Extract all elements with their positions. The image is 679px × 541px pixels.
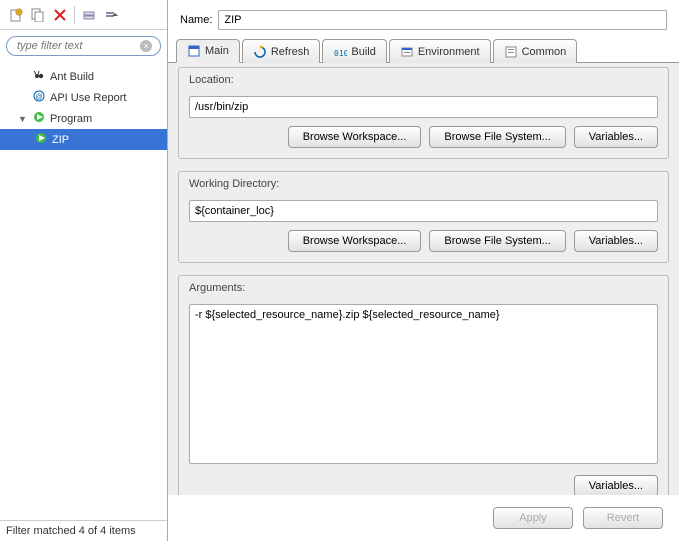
filter-text-input[interactable] bbox=[6, 36, 161, 56]
svg-text:010: 010 bbox=[334, 49, 347, 58]
collapse-all-button[interactable] bbox=[79, 5, 99, 25]
toolbar-separator bbox=[74, 6, 75, 24]
form-area: Location: Browse Workspace... Browse Fil… bbox=[168, 63, 679, 495]
tab-build[interactable]: 010 Build bbox=[322, 39, 386, 63]
arguments-label: Arguments: bbox=[189, 282, 245, 294]
search-wrap: × bbox=[0, 30, 167, 62]
config-tree: Ant Build @ API Use Report ▼ Program ZIP bbox=[0, 62, 167, 520]
location-browse-workspace-button[interactable]: Browse Workspace... bbox=[288, 126, 422, 148]
tree-item-api-report[interactable]: @ API Use Report bbox=[0, 87, 167, 108]
workdir-browse-filesystem-button[interactable]: Browse File System... bbox=[429, 230, 565, 252]
tab-common[interactable]: Common bbox=[493, 39, 578, 63]
tab-environment[interactable]: Environment bbox=[389, 39, 491, 63]
workdir-group: Working Directory: Browse Workspace... B… bbox=[178, 171, 669, 263]
tree-item-label: ZIP bbox=[52, 134, 69, 146]
arguments-group: Arguments: Variables... Note: Enclose an… bbox=[178, 275, 669, 495]
duplicate-button[interactable] bbox=[28, 5, 48, 25]
tree-arrow-expanded[interactable]: ▼ bbox=[18, 114, 28, 124]
arguments-textarea[interactable] bbox=[189, 304, 658, 464]
tab-label: Refresh bbox=[271, 46, 310, 58]
api-icon: @ bbox=[32, 89, 46, 106]
toolbar bbox=[0, 0, 167, 30]
delete-button[interactable] bbox=[50, 5, 70, 25]
tab-refresh[interactable]: Refresh bbox=[242, 39, 321, 63]
name-label: Name: bbox=[180, 14, 212, 26]
common-tab-icon bbox=[504, 45, 518, 59]
arguments-variables-button[interactable]: Variables... bbox=[574, 475, 658, 495]
name-row: Name: bbox=[168, 0, 679, 38]
filter-status: Filter matched 4 of 4 items bbox=[0, 520, 167, 541]
ant-icon bbox=[32, 68, 46, 85]
apply-button[interactable]: Apply bbox=[493, 507, 573, 529]
right-panel: Name: Main Refresh 010 Build Environment bbox=[168, 0, 679, 541]
tab-main[interactable]: Main bbox=[176, 39, 240, 63]
left-panel: × Ant Build @ API Use Report ▼ Program Z… bbox=[0, 0, 168, 541]
tab-label: Common bbox=[522, 46, 567, 58]
new-config-button[interactable] bbox=[6, 5, 26, 25]
build-tab-icon: 010 bbox=[333, 45, 347, 59]
tree-item-zip[interactable]: ZIP bbox=[0, 129, 167, 150]
program-icon bbox=[34, 131, 48, 148]
tree-item-label: Ant Build bbox=[50, 71, 94, 83]
location-variables-button[interactable]: Variables... bbox=[574, 126, 658, 148]
workdir-label: Working Directory: bbox=[189, 178, 279, 190]
filter-menu-button[interactable] bbox=[101, 5, 121, 25]
workdir-browse-workspace-button[interactable]: Browse Workspace... bbox=[288, 230, 422, 252]
tabs: Main Refresh 010 Build Environment Commo… bbox=[168, 38, 679, 63]
workdir-variables-button[interactable]: Variables... bbox=[574, 230, 658, 252]
tree-item-ant-build[interactable]: Ant Build bbox=[0, 66, 167, 87]
tab-label: Main bbox=[205, 45, 229, 57]
tree-item-label: API Use Report bbox=[50, 92, 126, 104]
location-label: Location: bbox=[189, 74, 234, 86]
location-browse-filesystem-button[interactable]: Browse File System... bbox=[429, 126, 565, 148]
workdir-input[interactable] bbox=[189, 200, 658, 222]
tab-label: Build bbox=[351, 46, 375, 58]
clear-filter-icon[interactable]: × bbox=[140, 40, 152, 52]
location-group: Location: Browse Workspace... Browse Fil… bbox=[178, 67, 669, 159]
main-tab-icon bbox=[187, 44, 201, 58]
revert-button[interactable]: Revert bbox=[583, 507, 663, 529]
refresh-tab-icon bbox=[253, 45, 267, 59]
program-icon bbox=[32, 110, 46, 127]
tab-label: Environment bbox=[418, 46, 480, 58]
location-input[interactable] bbox=[189, 96, 658, 118]
name-input[interactable] bbox=[218, 10, 667, 30]
tree-item-label: Program bbox=[50, 113, 92, 125]
environment-tab-icon bbox=[400, 45, 414, 59]
tree-item-program[interactable]: ▼ Program bbox=[0, 108, 167, 129]
bottom-buttons: Apply Revert bbox=[168, 495, 679, 541]
svg-text:@: @ bbox=[35, 94, 42, 101]
